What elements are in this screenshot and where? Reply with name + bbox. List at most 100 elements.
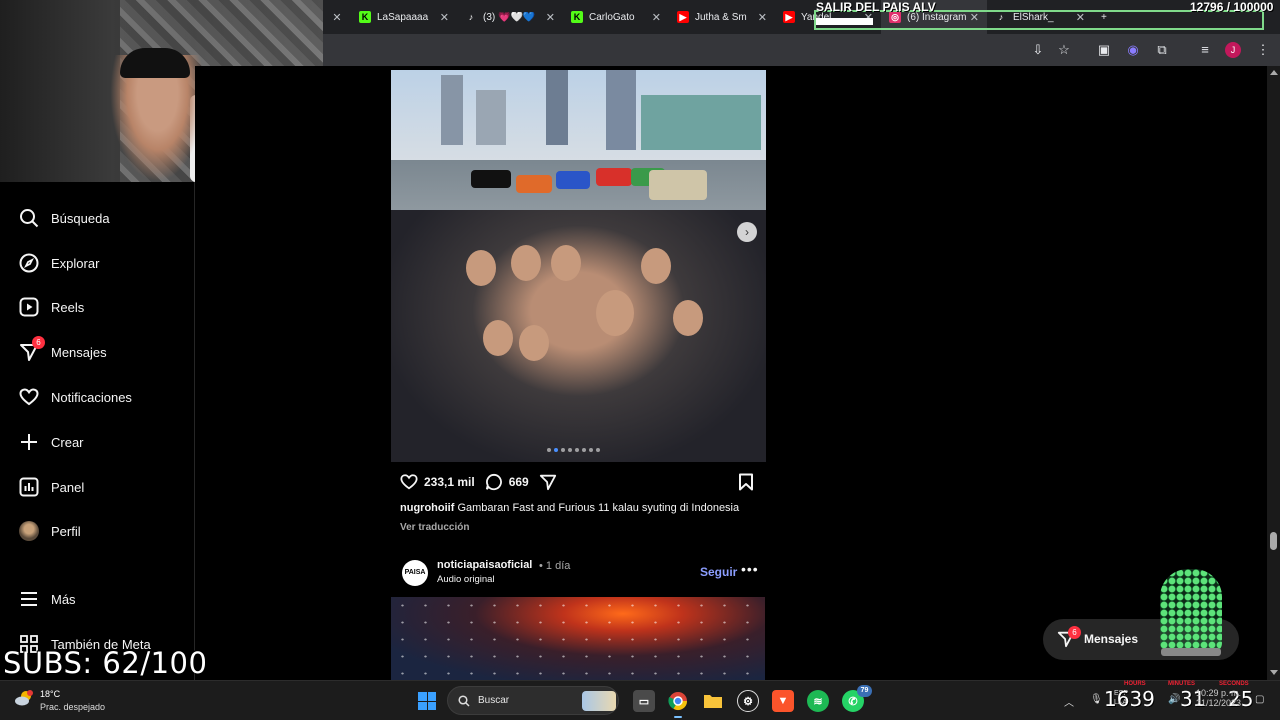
kebab-menu-icon[interactable]: ⋮ bbox=[1255, 42, 1271, 58]
post-header: PAISA noticiapaisaoficial • 1 día Audio … bbox=[402, 558, 770, 588]
windows-start-icon[interactable] bbox=[418, 692, 436, 710]
save-button[interactable] bbox=[738, 473, 754, 496]
kick-icon: K bbox=[571, 11, 583, 23]
sidebar-item-busqueda[interactable]: Búsqueda bbox=[18, 206, 110, 230]
post-image-fast-furious[interactable]: › bbox=[391, 70, 766, 462]
close-icon[interactable]: ✕ bbox=[758, 11, 767, 24]
sidebar-item-notificaciones[interactable]: Notificaciones bbox=[18, 385, 132, 409]
reels-icon bbox=[18, 296, 40, 318]
sidebar-item-explorar[interactable]: Explorar bbox=[18, 251, 99, 275]
extension-icon[interactable]: ◉ bbox=[1125, 42, 1141, 58]
unread-badge: 6 bbox=[32, 336, 45, 349]
comment-icon bbox=[485, 473, 502, 491]
sidebar-item-label: Búsqueda bbox=[51, 210, 110, 226]
chart-icon bbox=[18, 476, 40, 498]
goal-counter: 12796 / 100000 bbox=[1190, 0, 1274, 14]
media-control-icon[interactable]: ≡ bbox=[1197, 42, 1213, 58]
messenger-icon: 6 bbox=[1057, 626, 1081, 653]
search-icon bbox=[18, 207, 40, 229]
system-time: 10:29 p. m. bbox=[1196, 688, 1242, 698]
sidebar-item-mas[interactable]: Más bbox=[18, 587, 76, 611]
star-icon[interactable]: ☆ bbox=[1056, 42, 1072, 58]
screen: ✕ K LaSapaaaa ✕ ♪ (3) 💗🤍💙 ✕ K CarloGato … bbox=[0, 0, 1280, 720]
carousel-next-icon[interactable]: › bbox=[737, 222, 757, 242]
sidebar-item-reels[interactable]: Reels bbox=[18, 295, 84, 319]
tab-tiktok[interactable]: ♪ (3) 💗🤍💙 ✕ bbox=[457, 0, 563, 34]
file-explorer-icon[interactable] bbox=[702, 690, 724, 712]
sidebar-item-label: Reels bbox=[51, 299, 85, 315]
chrome-icon[interactable] bbox=[667, 690, 689, 718]
search-label: Buscar bbox=[478, 695, 510, 706]
tab-jutha[interactable]: ▶ Jutha & Sm ✕ bbox=[669, 0, 775, 34]
more-options-icon[interactable]: ••• bbox=[741, 561, 759, 577]
sidebar-item-panel[interactable]: Panel bbox=[18, 475, 84, 499]
tab-close-icon[interactable]: ✕ bbox=[323, 11, 351, 24]
taskbar-search[interactable]: Buscar bbox=[447, 686, 619, 715]
scroll-up-icon[interactable] bbox=[1270, 70, 1278, 75]
post-actions: 233,1 mil 669 bbox=[400, 473, 573, 491]
messenger-icon: 6 bbox=[18, 336, 45, 363]
plus-icon bbox=[18, 431, 40, 453]
tab-title: CarloGato bbox=[589, 11, 635, 23]
spotify-icon[interactable]: ≋ bbox=[807, 690, 829, 712]
youtube-icon: ▶ bbox=[783, 11, 795, 23]
avatar[interactable]: PAISA bbox=[402, 560, 428, 586]
comment-count: 669 bbox=[508, 475, 529, 489]
avatar bbox=[18, 520, 40, 542]
weather-desc: Prac. despejado bbox=[40, 702, 106, 712]
system-clock[interactable]: 10:29 p. m. 21/12/2023 bbox=[1196, 688, 1241, 708]
close-icon[interactable]: ✕ bbox=[546, 11, 555, 24]
close-icon[interactable]: ✕ bbox=[440, 11, 449, 24]
notification-icon[interactable]: ▢ bbox=[1255, 694, 1264, 705]
kick-icon: K bbox=[359, 11, 371, 23]
puzzle-icon[interactable]: ⧉ bbox=[1154, 42, 1170, 58]
tiktok-icon: ♪ bbox=[465, 11, 477, 23]
post-caption: nugrohoiif Gambaran Fast and Furious 11 … bbox=[400, 502, 739, 514]
brave-icon[interactable]: ▼ bbox=[772, 690, 794, 712]
tray-expand-icon[interactable]: ︿ bbox=[1064, 694, 1074, 709]
microphone-icon[interactable]: 🎙 bbox=[1090, 694, 1103, 705]
sidebar-item-label: Más bbox=[51, 591, 76, 607]
weather-icon[interactable] bbox=[14, 689, 34, 707]
caption-username[interactable]: nugrohoiif bbox=[400, 502, 454, 514]
stream-title: SALIR DEL PAIS ALV bbox=[816, 0, 936, 14]
caption-text: Gambaran Fast and Furious 11 kalau syuti… bbox=[457, 502, 740, 514]
carousel-dot bbox=[575, 448, 579, 452]
like-button[interactable]: 233,1 mil bbox=[400, 473, 475, 491]
windows-taskbar: 18°C Prac. despejado Buscar ▭ ⚙ ▼ ≋ ✆ 79… bbox=[0, 680, 1280, 720]
messages-label: Mensajes bbox=[1084, 632, 1139, 646]
audio-link[interactable]: Audio original bbox=[437, 574, 495, 585]
sidebar-item-perfil[interactable]: Perfil bbox=[18, 519, 81, 543]
profile-avatar[interactable]: J bbox=[1225, 42, 1241, 58]
comment-button[interactable]: 669 bbox=[485, 473, 529, 491]
tab-carlogato[interactable]: K CarloGato ✕ bbox=[563, 0, 669, 34]
post-username[interactable]: noticiapaisaoficial bbox=[437, 559, 532, 571]
scroll-down-icon[interactable] bbox=[1270, 670, 1278, 675]
whatsapp-icon[interactable]: ✆ 79 bbox=[842, 685, 872, 712]
volume-icon[interactable]: 🔊 bbox=[1168, 694, 1180, 705]
sidebar-item-mensajes[interactable]: 6 Mensajes bbox=[18, 336, 107, 364]
carousel-dot bbox=[568, 448, 572, 452]
menu-icon bbox=[18, 588, 40, 610]
extension-icon[interactable]: ▣ bbox=[1096, 42, 1112, 58]
steam-icon[interactable]: ⚙ bbox=[737, 690, 759, 712]
sidebar-item-label: Panel bbox=[51, 479, 85, 495]
search-icon bbox=[458, 695, 470, 707]
translate-link[interactable]: Ver traducción bbox=[400, 522, 469, 533]
sidebar-item-label: Mensajes bbox=[51, 344, 107, 360]
search-highlight-art bbox=[582, 691, 616, 711]
scrollbar[interactable] bbox=[1267, 66, 1280, 680]
scroll-thumb[interactable] bbox=[1270, 532, 1277, 550]
follow-button[interactable]: Seguir bbox=[700, 565, 737, 579]
close-icon[interactable]: ✕ bbox=[652, 11, 661, 24]
task-view-icon[interactable]: ▭ bbox=[633, 690, 655, 712]
sidebar-item-crear[interactable]: Crear bbox=[18, 430, 84, 454]
tab-title: (3) 💗🤍💙 bbox=[483, 11, 536, 23]
install-app-icon[interactable]: ⇩ bbox=[1030, 42, 1046, 58]
sidebar-item-label: Crear bbox=[51, 434, 84, 450]
post-video[interactable] bbox=[391, 597, 765, 680]
tab-lasapaaaa[interactable]: K LaSapaaaa ✕ bbox=[351, 0, 457, 34]
instagram-sidebar: Búsqueda Explorar Reels 6 Mensajes Notif… bbox=[0, 182, 195, 680]
sidebar-item-label: Perfil bbox=[51, 523, 81, 539]
share-button[interactable] bbox=[539, 473, 563, 491]
